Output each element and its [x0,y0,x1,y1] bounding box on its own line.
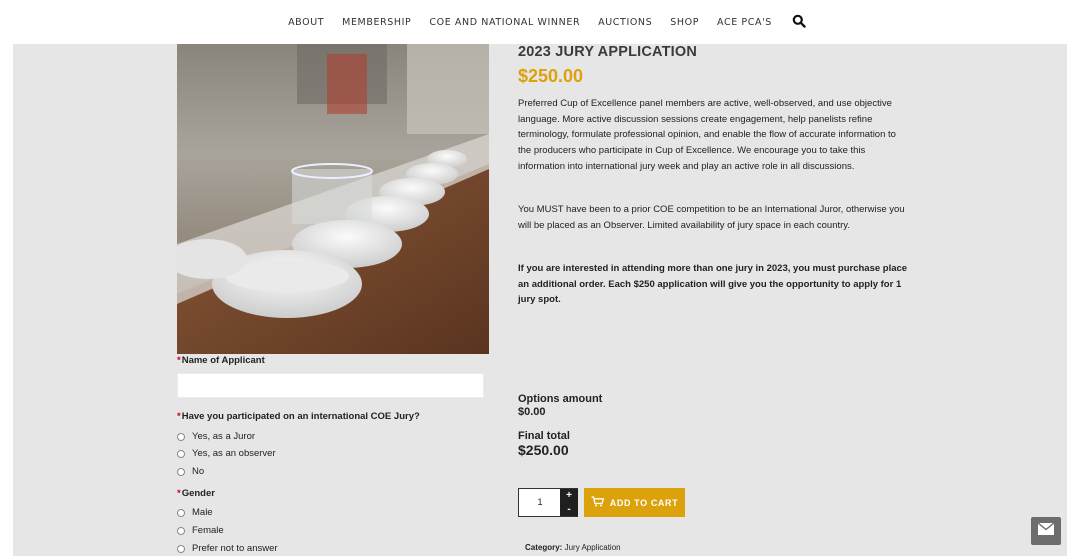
quantity-input[interactable]: 1 [519,489,561,516]
nav-coe-and-national-winner[interactable]: COE AND NATIONAL WINNER [429,17,580,28]
cart-icon [591,496,604,509]
radio-gender-prefer-not[interactable]: Prefer not to answer [177,543,278,554]
contact-button[interactable] [1031,517,1061,545]
gender-label-text: Gender [181,488,215,499]
name-input[interactable] [177,373,484,398]
radio-circle[interactable] [177,544,185,553]
options-amount-value: $0.00 [518,406,546,418]
required-mark: * [177,488,181,499]
options-amount-label: Options amount [518,393,603,405]
radio-jury-juror[interactable]: Yes, as a Juror [177,431,255,442]
product-eligibility-note: You MUST have been to a prior COE compet… [518,204,905,231]
add-to-cart-label: ADD TO CART [609,497,679,508]
quantity-decrease-button[interactable]: - [560,502,578,516]
top-navigation: ABOUT MEMBERSHIP COE AND NATIONAL WINNER… [0,0,1080,44]
category-label: Category: [525,543,563,552]
final-total-value: $250.00 [518,442,569,458]
product-price: $250.00 [518,66,584,86]
nav-ace-pcas[interactable]: ACE PCA'S [717,17,772,28]
final-total-label: Final total [518,430,570,442]
radio-circle[interactable] [177,432,185,441]
quantity-increase-button[interactable]: + [560,489,578,503]
required-mark: * [177,411,181,422]
radio-jury-observer[interactable]: Yes, as an observer [177,448,276,459]
radio-circle[interactable] [177,508,185,517]
radio-label: Prefer not to answer [192,543,278,554]
radio-circle[interactable] [177,526,185,535]
nav-membership[interactable]: MEMBERSHIP [342,17,411,28]
search-icon[interactable] [792,14,806,28]
quantity-stepper: 1 + - [518,488,578,517]
add-to-cart-button[interactable]: ADD TO CART [584,488,685,517]
radio-gender-female[interactable]: Female [177,525,224,536]
required-mark: * [177,355,181,366]
radio-label: Female [192,525,224,536]
radio-gender-male[interactable]: Male [177,507,213,518]
radio-label: No [192,466,205,477]
product-description: Preferred Cup of Excellence panel member… [518,98,896,172]
product-image [177,44,489,354]
product-multiple-jury-note: If you are interested in attending more … [518,263,908,306]
gender-label: *Gender [177,488,215,499]
product-category: Category: Jury Application [525,543,621,552]
jury-question-label: *Have you participated on an internation… [177,411,420,422]
radio-label: Male [192,507,213,518]
radio-jury-no[interactable]: No [177,466,204,477]
product-title: 2023 JURY APPLICATION [518,44,698,60]
radio-label: Yes, as an observer [192,448,276,459]
radio-circle[interactable] [177,449,185,458]
nav-about[interactable]: ABOUT [288,17,324,28]
jury-question-text: Have you participated on an internationa… [181,411,420,422]
name-label: *Name of Applicant [177,355,265,366]
nav-auctions[interactable]: AUCTIONS [598,17,652,28]
nav-shop[interactable]: SHOP [670,17,699,28]
radio-circle[interactable] [177,467,185,476]
category-link[interactable]: Jury Application [565,543,621,552]
name-label-text: Name of Applicant [181,355,265,366]
radio-label: Yes, as a Juror [192,431,256,442]
envelope-icon [1037,522,1055,540]
